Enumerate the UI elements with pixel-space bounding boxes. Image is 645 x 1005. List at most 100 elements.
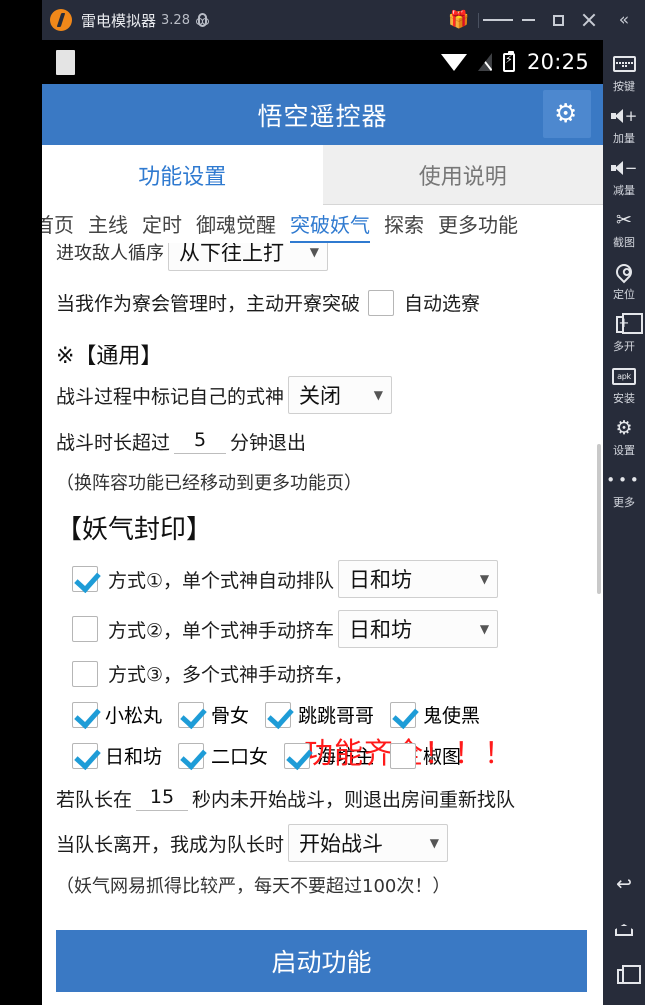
collapse-toolbar-button[interactable]: « (603, 0, 645, 40)
scrollbar-thumb[interactable] (597, 444, 601, 594)
screen: 雷电模拟器 3.28 🎁 « 20:25 悟空遥控器 ⚙ 功能设置 使用说明 (0, 0, 645, 1005)
shikigami-checkbox[interactable] (178, 742, 205, 769)
scissors-icon: ✂ (616, 209, 632, 231)
leader-timeout-row: 若队长在 15 秒内未开始战斗，则退出房间重新找队 (56, 785, 589, 812)
battery-icon (502, 50, 515, 72)
shikigami-kuroshi[interactable]: 鬼使黑 (390, 701, 480, 728)
settings-button[interactable]: ⚙ (543, 90, 591, 138)
shikigami-honenyo[interactable]: 骨女 (178, 701, 249, 728)
subtab-main-story[interactable]: 主线 (88, 209, 128, 240)
toolbar-item-keys[interactable]: 按键 (603, 46, 645, 98)
mode-3-label: 方式③，多个式神手动挤车， (108, 664, 354, 686)
toolbar-item-settings[interactable]: ⚙ 设置 (603, 410, 645, 462)
start-function-button[interactable]: 启动功能 (56, 930, 587, 992)
toolbar-item-volume-up[interactable]: + 加量 (603, 98, 645, 150)
mode-2-select[interactable]: 日和坊 ▼ (338, 610, 499, 648)
shikigami-checkbox[interactable] (178, 701, 205, 728)
leader-timeout-suffix: 秒内未开始战斗，则退出房间重新找队 (192, 789, 516, 811)
mode-1-select[interactable]: 日和坊 ▼ (338, 560, 499, 598)
auto-select-guild-checkbox[interactable] (368, 289, 395, 316)
maximize-icon[interactable] (543, 0, 573, 40)
gift-icon[interactable]: 🎁 (444, 0, 474, 40)
shikigami-komatsumaru[interactable]: 小松丸 (72, 701, 162, 728)
mode-2-checkbox[interactable] (72, 616, 98, 642)
warn-note: （妖气网易抓得比较严，每天不要超过100次！） (56, 876, 451, 897)
clock: 20:25 (526, 50, 589, 74)
shikigami-label: 鬼使黑 (423, 705, 481, 727)
mode-1-row: 方式①，单个式神自动排队 日和坊 ▼ (56, 560, 589, 598)
battle-duration-row: 战斗时长超过 5 分钟退出 (56, 428, 589, 455)
minimize-icon[interactable] (513, 0, 543, 40)
battle-duration-prefix: 战斗时长超过 (56, 432, 171, 454)
shikigami-checkbox[interactable] (265, 701, 292, 728)
page-title: 悟空遥控器 (257, 101, 388, 131)
tab-function-settings[interactable]: 功能设置 (42, 145, 323, 205)
mark-shikigami-row: 战斗过程中标记自己的式神 关闭 ▼ (56, 376, 589, 414)
shikigami-checkbox[interactable] (390, 701, 417, 728)
close-icon[interactable] (573, 0, 603, 40)
mark-shikigami-value: 关闭 (299, 384, 342, 408)
android-status-bar: 20:25 (42, 40, 603, 84)
subtab-timer[interactable]: 定时 (142, 209, 182, 240)
keyboard-icon (612, 52, 636, 76)
mode-1-checkbox[interactable] (72, 566, 98, 592)
tab-instructions[interactable]: 使用说明 (322, 145, 603, 205)
subtab-soul-awaken[interactable]: 御魂觉醒 (196, 209, 276, 240)
shikigami-checkbox[interactable] (390, 742, 417, 769)
mode-3-checkbox[interactable] (72, 660, 98, 687)
gamepad-icon (195, 13, 209, 27)
app-window: 悟空遥控器 ⚙ 功能设置 使用说明 首页 主线 定时 御魂觉醒 突破妖气 探索 … (42, 84, 603, 1005)
emulator-toolbar: 按键 + 加量 − 减量 ✂ 截图 定位 多开 apk 安装 ⚙ 设置 (603, 40, 645, 1005)
mark-shikigami-select[interactable]: 关闭 ▼ (288, 376, 393, 414)
subtab-breakthrough-yaoqi[interactable]: 突破妖气 (290, 209, 370, 243)
toolbar-label: 安装 (613, 392, 635, 405)
shikigami-checkbox[interactable] (72, 701, 98, 728)
toolbar-label: 截图 (613, 236, 635, 249)
shikigami-checkbox[interactable] (72, 742, 98, 769)
more-dots-icon: ••• (606, 471, 642, 489)
toolbar-item-screenshot[interactable]: ✂ 截图 (603, 202, 645, 254)
leader-left-row: 当队长离开，我成为队长时 开始战斗 ▼ (56, 824, 589, 862)
mode-1-value: 日和坊 (349, 568, 413, 592)
app-header: 悟空遥控器 ⚙ (42, 84, 603, 145)
chevron-down-icon: ▼ (309, 245, 319, 259)
shikigami-checkbox[interactable] (284, 742, 311, 769)
mode-2-row: 方式②，单个式神手动挤车 日和坊 ▼ (56, 610, 589, 648)
main-tabs: 功能设置 使用说明 (42, 145, 603, 205)
multi-window-icon (615, 312, 643, 336)
guild-breakthrough-row: 当我作为寮会管理时，主动开寮突破 自动选寮 (56, 289, 589, 316)
signal-icon (477, 53, 492, 71)
shikigami-hiyoribo[interactable]: 日和坊 (72, 742, 162, 769)
ldplayer-logo-icon (50, 9, 72, 31)
shikigami-label: 骨女 (211, 705, 250, 727)
menu-icon[interactable] (483, 0, 513, 40)
leader-timeout-input[interactable]: 15 (136, 786, 189, 811)
volume-down-icon: − (610, 156, 637, 180)
emulator-titlebar: 雷电模拟器 3.28 🎁 (42, 0, 603, 40)
mark-shikigami-label: 战斗过程中标记自己的式神 (56, 385, 285, 408)
shikigami-label: 小松丸 (105, 705, 163, 727)
back-icon[interactable]: ↩ (603, 861, 645, 907)
subtab-explore[interactable]: 探索 (384, 209, 424, 240)
gear-icon: ⚙ (554, 99, 578, 129)
chevron-down-icon: ▼ (479, 622, 490, 636)
toolbar-item-install[interactable]: apk 安装 (603, 358, 645, 410)
toolbar-item-volume-down[interactable]: − 减量 (603, 150, 645, 202)
toolbar-item-location[interactable]: 定位 (603, 254, 645, 306)
gear-icon: ⚙ (615, 417, 633, 439)
shikigami-tiaotiao[interactable]: 跳跳哥哥 (265, 701, 374, 728)
toolbar-item-more[interactable]: ••• 更多 (603, 462, 645, 514)
recents-icon[interactable] (603, 953, 645, 999)
emulator-title: 雷电模拟器 (81, 11, 157, 30)
battle-duration-input[interactable]: 5 (174, 429, 227, 454)
subtab-more-functions[interactable]: 更多功能 (438, 209, 518, 240)
leader-left-select[interactable]: 开始战斗 ▼ (288, 824, 449, 862)
home-icon[interactable] (603, 907, 645, 953)
leader-left-label: 当队长离开，我成为队长时 (56, 833, 285, 856)
toolbar-label: 加量 (613, 132, 635, 145)
shikigami-label: 跳跳哥哥 (298, 705, 375, 727)
subtab-home[interactable]: 首页 (42, 209, 74, 240)
toolbar-item-multi-instance[interactable]: 多开 (603, 306, 645, 358)
notification-icon (56, 49, 75, 75)
shikigami-futakuchi[interactable]: 二口女 (178, 742, 268, 769)
